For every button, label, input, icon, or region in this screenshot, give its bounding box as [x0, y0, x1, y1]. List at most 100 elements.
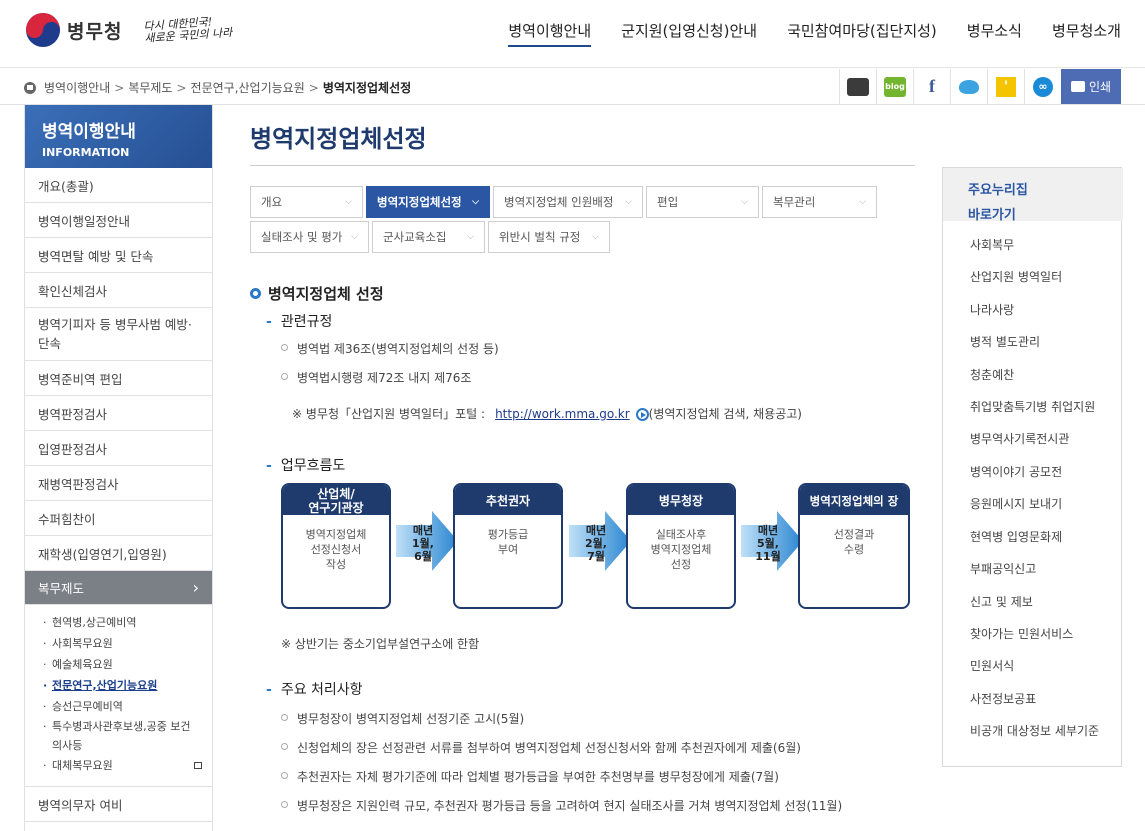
new-window-icon	[194, 762, 202, 769]
quick-link[interactable]: 응원메시지 보내기	[970, 495, 1062, 512]
tab-overview[interactable]: 개요 ⌵	[250, 186, 363, 218]
flow-step: 병무청장 실태조사후 병역지정업체 선정	[626, 483, 736, 609]
tab-military-training[interactable]: 군사교육소집 ⌵	[372, 221, 485, 253]
kakaostory-share-button[interactable]: '	[987, 69, 1024, 104]
flow-step-head: 병역지정업체의 장	[800, 485, 908, 515]
chevron-down-icon: ⌵	[592, 232, 599, 242]
quick-link[interactable]: 나라사랑	[970, 301, 1014, 318]
play-circle-icon[interactable]	[635, 408, 649, 421]
flow-arrow-label: 매년 5월, 11월	[755, 524, 781, 563]
quick-link[interactable]: 민원서식	[970, 657, 1014, 674]
gnb-military-service-guide[interactable]: 병역이행안내	[508, 20, 592, 47]
side-nav-item[interactable]: 병역면탈 예방 및 단속	[25, 238, 212, 273]
breadcrumb-item[interactable]: 병역이행안내	[44, 79, 110, 96]
blog-share-button[interactable]: blog	[876, 69, 913, 104]
quick-link[interactable]: 병적 별도관리	[970, 333, 1040, 350]
quick-link[interactable]: 비공개 대상정보 세부기준	[970, 722, 1099, 739]
tab-designation[interactable]: 병역지정업체선정 ⌵	[366, 186, 490, 218]
side-nav-subitem[interactable]: 예술체육요원	[42, 654, 212, 675]
breadcrumb-item[interactable]: 복무제도	[128, 79, 172, 96]
twitter-share-button[interactable]	[950, 69, 987, 104]
twitter-icon	[959, 79, 979, 94]
tab-label: 실태조사 및 평가	[261, 230, 343, 244]
share-toolbar: blog f ' ∞ 인쇄	[839, 69, 1121, 104]
subheading-flow: 업무흐름도	[266, 455, 345, 475]
flow-step-head: 산업체/ 연구기관장	[283, 485, 389, 515]
side-nav-subitem[interactable]: 승선근무예비역	[42, 696, 212, 717]
section-heading: 병역지정업체 선정	[250, 283, 384, 304]
side-nav-item-active[interactable]: 복무제도 ›	[25, 571, 212, 605]
side-nav-item[interactable]: 병역의무자 여비	[25, 787, 212, 822]
tab-label: 복무관리	[773, 195, 816, 209]
global-nav: 병역이행안내 군지원(입영신청)안내 국민참여마당(집단지성) 병무소식 병무청…	[478, 20, 1121, 47]
quick-link[interactable]: 신고 및 제보	[970, 593, 1033, 610]
gnb-volunteer-guide[interactable]: 군지원(입영신청)안내	[621, 20, 757, 47]
quick-link[interactable]: 사회복무	[970, 236, 1014, 253]
home-icon[interactable]	[24, 81, 36, 94]
side-nav-item[interactable]: 개요(총괄)	[25, 168, 212, 203]
side-nav-subtitle: INFORMATION	[42, 146, 130, 159]
quick-link[interactable]: 사전정보공표	[970, 690, 1036, 707]
breadcrumb-item[interactable]: 전문연구,산업기능요원	[191, 79, 305, 96]
side-nav-item[interactable]: 병역준비역 편입	[25, 361, 212, 396]
tab-staff-allocation[interactable]: 병역지정업체 인원배정 ⌵	[493, 186, 643, 218]
flow-step-head: 추천권자	[455, 485, 561, 515]
quick-link[interactable]: 청춘예찬	[970, 366, 1014, 383]
side-nav-item[interactable]: 병역이행일정안내	[25, 203, 212, 238]
quick-link[interactable]: 부패공익신고	[970, 560, 1036, 577]
side-nav-subitem[interactable]: 대체복무요원	[42, 755, 212, 776]
breadcrumb-separator: >	[176, 80, 187, 95]
portal-note: ※ 병무청「산업지원 병역일터」포털 : http://work.mma.go.k…	[292, 405, 802, 422]
logo-text: 병무청	[67, 20, 123, 43]
flow-step-body: 선정결과 수령	[833, 528, 875, 556]
flow-arrow-label: 매년 1월, 6월	[412, 524, 434, 563]
quick-link[interactable]: 현역병 입영문화제	[970, 528, 1062, 545]
tab-enrollment[interactable]: 편입 ⌵	[646, 186, 759, 218]
quick-links-panel: 주요누리집 바로가기 사회복무 산업지원 병역일터 나라사랑 병적 별도관리 청…	[942, 167, 1123, 767]
side-nav-item-label: 복무제도	[38, 581, 85, 596]
print-button[interactable]: 인쇄	[1061, 69, 1121, 104]
quick-link[interactable]: 찾아가는 민원서비스	[970, 625, 1073, 642]
task-item: 병무청장이 병역지정업체 선정기준 고시(5월)	[281, 710, 524, 727]
main-content: 병역지정업체선정 개요 ⌵ 병역지정업체선정 ⌵ 병역지정업체 인원배정 ⌵ 편입 ⌵ …	[250, 105, 915, 813]
side-nav-item[interactable]: 재병역판정검사	[25, 466, 212, 501]
chevron-down-icon: ⌵	[467, 232, 474, 242]
copy-link-button[interactable]: ∞	[1024, 69, 1061, 104]
gnb-about[interactable]: 병무청소개	[1052, 20, 1121, 47]
portal-note-suffix: (병역지정업체 검색, 채용공고)	[648, 407, 802, 421]
sms-share-button[interactable]	[839, 69, 876, 104]
quick-link[interactable]: 병무역사기록전시관	[970, 430, 1069, 447]
tab-service-management[interactable]: 복무관리 ⌵	[762, 186, 877, 218]
side-nav-header: 병역이행안내 INFORMATION	[25, 105, 212, 168]
tab-penalties[interactable]: 위반시 벌칙 규정 ⌵	[488, 221, 610, 253]
side-nav-item[interactable]: 병역판정검사	[25, 396, 212, 431]
side-nav-item[interactable]: 입영판정검사	[25, 431, 212, 466]
gnb-citizen-participation[interactable]: 국민참여마당(집단지성)	[787, 20, 937, 47]
quick-link[interactable]: 취업맞춤특기병 취업지원	[970, 398, 1095, 415]
facebook-share-button[interactable]: f	[913, 69, 950, 104]
chevron-down-icon: ⌵	[351, 232, 358, 242]
side-nav-subitem[interactable]: 특수병과사관후보생,공중 보건의사등	[42, 717, 192, 755]
side-nav-item[interactable]: 확인신체검사	[25, 273, 212, 308]
side-nav-item[interactable]: 병역기피자 등 병무사범 예방·단속	[25, 308, 212, 361]
tab-inspection[interactable]: 실태조사 및 평가 ⌵	[250, 221, 369, 253]
portal-link[interactable]: http://work.mma.go.kr	[495, 407, 630, 421]
quick-link[interactable]: 산업지원 병역일터	[970, 268, 1062, 285]
quick-link[interactable]: 병역이야기 공모전	[970, 463, 1062, 480]
gnb-news[interactable]: 병무소식	[967, 20, 1022, 47]
side-nav-subitem[interactable]: 사회복무요원	[42, 633, 212, 654]
side-nav-subitem-label: 대체복무요원	[52, 759, 113, 772]
chevron-right-icon: ›	[192, 578, 199, 597]
flow-step: 병역지정업체의 장 선정결과 수령	[798, 483, 910, 609]
kakaostory-icon: '	[996, 76, 1016, 97]
side-nav-item[interactable]: 재학생(입영연기,입영원)	[25, 536, 212, 571]
side-nav-item[interactable]: 수퍼힘찬이	[25, 501, 212, 536]
breadcrumb-current: 병역지정업체선정	[322, 81, 412, 95]
tab-label: 개요	[261, 195, 283, 209]
breadcrumb-separator: >	[308, 80, 319, 95]
site-logo[interactable]: 병무청 다시 대한민국! 새로운 국민의 나라	[26, 13, 233, 47]
side-nav-subitem[interactable]: 현역병,상근예비역	[42, 612, 212, 633]
side-nav-subitem-current[interactable]: 전문연구,산업기능요원	[42, 675, 212, 696]
location-bar: 병역이행안내 > 복무제도 > 전문연구,산업기능요원 > 병역지정업체선정 b…	[0, 69, 1145, 105]
flow-step-body: 병역지정업체 선정신청서 작성	[305, 528, 367, 571]
